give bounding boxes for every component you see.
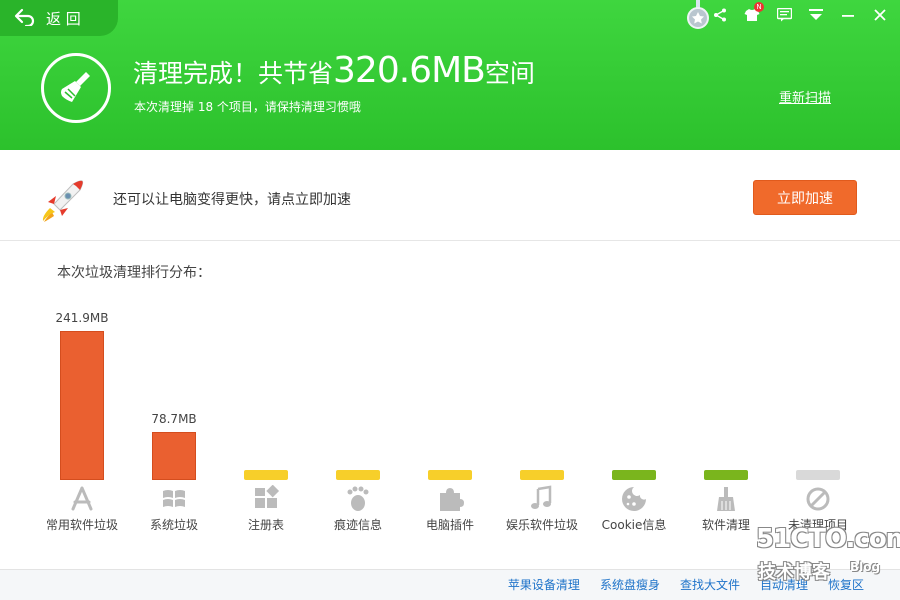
rescan-link[interactable]: 重新扫描	[779, 87, 831, 106]
music-icon	[528, 485, 556, 513]
chart-bar	[60, 331, 104, 480]
broom-icon	[61, 72, 90, 102]
watermark-blog: Blog	[850, 560, 881, 574]
back-button[interactable]: 返 回	[0, 0, 118, 36]
back-label: 返 回	[46, 9, 81, 28]
chart-category-label: 电脑插件	[425, 518, 474, 532]
puzzle-icon	[436, 485, 464, 513]
speedup-panel: 还可以让电脑变得更快，请点立即加速 立即加速	[0, 150, 900, 241]
watermark-sub: 技术博客	[758, 562, 830, 583]
rocket-icon	[40, 178, 86, 224]
chart-category-label: 娱乐软件垃圾	[505, 518, 578, 532]
result-subtitle: 本次清理掉 18 个项目，请保持清理习惯哦	[134, 100, 361, 114]
medal-icon[interactable]	[686, 0, 710, 30]
message-icon[interactable]	[774, 5, 794, 25]
distribution-title: 本次垃圾清理排行分布：	[57, 265, 211, 281]
junk-distribution-chart: 241.9MB 常用软件垃圾 78.7MB 系统垃圾 注册表 痕迹信息 电脑插件 娱乐软件垃圾…	[0, 290, 900, 540]
cookie-icon	[620, 485, 648, 513]
chart-bar	[336, 470, 380, 480]
chart-bar	[612, 470, 656, 480]
chart-category-label: 痕迹信息	[333, 518, 382, 532]
chart-bar	[520, 470, 564, 480]
bottom-link-apple-cleanup[interactable]: 苹果设备清理	[508, 576, 580, 593]
chart-bar	[704, 470, 748, 480]
broom-badge	[41, 53, 111, 123]
result-header: 返 回 N 清理完成！共节省 320.6MB 空间 本次清理掉 18 个项目，请…	[0, 0, 900, 150]
chart-bar	[244, 470, 288, 480]
new-badge: N	[754, 2, 764, 12]
menu-icon[interactable]	[806, 5, 826, 25]
watermark-logo: 51CTO.com 技术博客 Blog	[756, 524, 900, 586]
chart-bar	[152, 431, 196, 480]
title-prefix: 清理完成！共节省	[133, 59, 334, 88]
saved-amount: 320.6MB	[333, 50, 486, 91]
result-title: 清理完成！共节省 320.6MB 空间	[133, 50, 535, 91]
windows-icon	[160, 485, 188, 513]
share-icon[interactable]	[710, 5, 730, 25]
chart-category-label: Cookie信息	[601, 518, 667, 532]
forbidden-icon	[804, 485, 832, 513]
broom-icon	[712, 485, 740, 513]
speedup-button[interactable]: 立即加速	[753, 180, 857, 215]
cleanup-result-window: 返 回 N 清理完成！共节省 320.6MB 空间 本次清理掉 18 个项目，请…	[0, 0, 900, 600]
title-suffix: 空间	[484, 59, 535, 88]
registry-icon	[252, 484, 280, 513]
close-icon[interactable]	[870, 5, 890, 25]
chart-value-label: 78.7MB	[151, 411, 197, 426]
chart-value-label: 241.9MB	[55, 311, 109, 325]
chart-category-label: 注册表	[247, 518, 284, 532]
footprint-icon	[344, 485, 372, 513]
skin-icon[interactable]: N	[742, 2, 764, 25]
chart-bar	[428, 470, 472, 480]
chart-category-label: 常用软件垃圾	[45, 518, 118, 532]
bottom-link-system-slim[interactable]: 系统盘瘦身	[600, 576, 660, 593]
back-arrow-icon	[14, 8, 36, 29]
watermark-main: 51CTO.com	[756, 524, 900, 554]
chart-category-label: 系统垃圾	[149, 518, 198, 532]
bottom-link-find-large-files[interactable]: 查找大文件	[680, 576, 740, 593]
window-controls: N	[710, 2, 890, 28]
minimize-icon[interactable]	[838, 5, 858, 25]
speedup-hint: 还可以让电脑变得更快，请点立即加速	[113, 192, 351, 208]
chart-bar	[796, 470, 840, 480]
app-store-icon	[68, 485, 96, 513]
